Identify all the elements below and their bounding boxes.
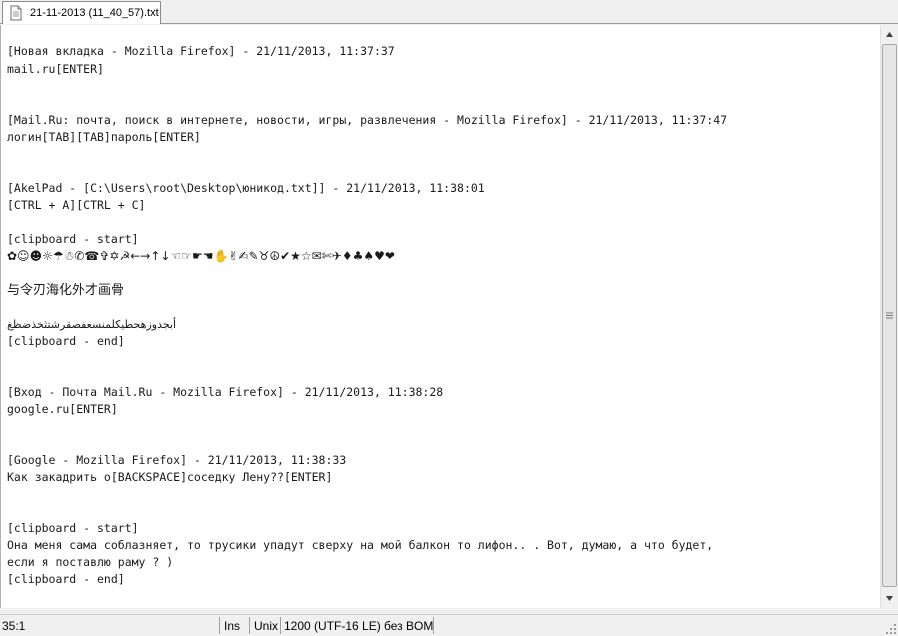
status-separator (249, 617, 250, 634)
text-line: [CTRL + A][CTRL + C] (7, 198, 146, 212)
status-bar: 35:1 Ins Unix 1200 (UTF-16 LE) без BOM (0, 614, 898, 636)
text-line: [clipboard - start] (7, 232, 139, 246)
text-line: [Mail.Ru: почта, поиск в интернете, ново… (7, 113, 728, 127)
tab-bar: 21-11-2013 (11_40_57).txt (0, 0, 898, 24)
encoding[interactable]: 1200 (UTF-16 LE) без BOM (284, 619, 433, 633)
text-line: mail.ru[ENTER] (7, 62, 104, 76)
text-editor[interactable]: [Новая вкладка - Mozilla Firefox] - 21/1… (0, 25, 880, 608)
cursor-position: 35:1 (2, 619, 26, 633)
text-line-cjk: 与令刃海化外才画骨 (7, 283, 125, 298)
insert-mode[interactable]: Ins (224, 619, 240, 633)
text-line-symbols: ✿☺☻☼☂☃✆☎✞✡☭←→↑↓☜☞☛☚✋✌✍✎♉☮✔★☆✉✄✈♦♣♠♥❤ (7, 249, 395, 263)
text-line: google.ru[ENTER] (7, 402, 118, 416)
grip-icon (886, 312, 893, 319)
vertical-scrollbar[interactable] (880, 25, 898, 608)
text-line: Как закадрить о[BACKSPACE]соседку Лену??… (7, 470, 333, 484)
scrollbar-thumb[interactable] (882, 44, 897, 587)
text-line: [clipboard - end] (7, 334, 125, 348)
arrow-up-icon (886, 32, 893, 37)
text-document-icon (10, 5, 22, 21)
text-line-arabic: أبجدوزهحطيكلمنسعفصقرشتثخذضظغ (7, 318, 177, 331)
scroll-down-button[interactable] (881, 590, 898, 607)
tab-title: 21-11-2013 (11_40_57).txt (30, 7, 159, 19)
text-line: [AkelPad - [C:\Users\root\Desktop\юникод… (7, 181, 485, 195)
text-line: [Вход - Почта Mail.Ru - Mozilla Firefox]… (7, 385, 444, 399)
resize-grip-icon[interactable] (885, 623, 897, 635)
text-line: [clipboard - start] (7, 521, 139, 535)
text-line: [clipboard - end] (7, 572, 125, 586)
tab-document[interactable]: 21-11-2013 (11_40_57).txt (2, 1, 161, 24)
text-line: [Google - Mozilla Firefox] - 21/11/2013,… (7, 453, 347, 467)
text-line: [Новая вкладка - Mozilla Firefox] - 21/1… (7, 44, 395, 58)
status-separator (219, 617, 220, 634)
status-separator (280, 617, 281, 634)
status-separator (433, 617, 434, 634)
text-line: если я поставлю раму ? ) (7, 555, 174, 569)
text-line: Она меня сама соблазняет, то трусики упа… (7, 538, 714, 552)
newline-format[interactable]: Unix (254, 619, 278, 633)
text-line: логин[TAB][TAB]пароль[ENTER] (7, 130, 201, 144)
arrow-down-icon (886, 596, 893, 601)
scroll-up-button[interactable] (881, 26, 898, 43)
